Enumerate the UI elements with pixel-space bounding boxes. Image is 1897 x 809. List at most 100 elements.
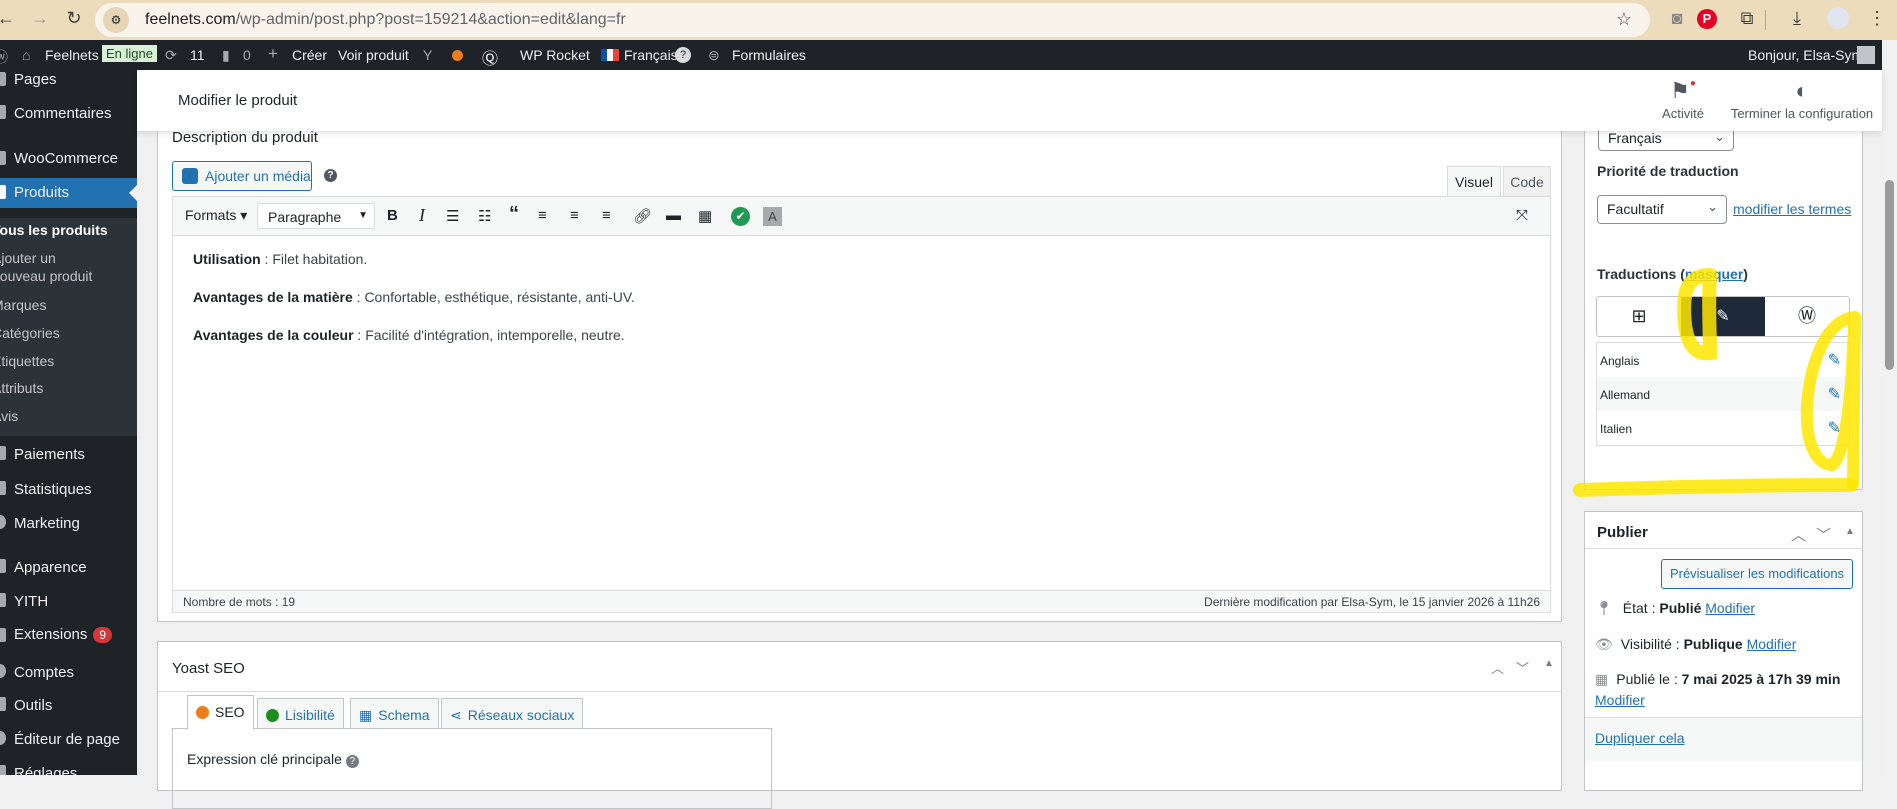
wordpress-logo-icon[interactable]: ⓦ xyxy=(0,47,8,67)
create-link[interactable]: Créer xyxy=(292,47,327,63)
pencil-icon[interactable]: ✎ xyxy=(1828,418,1841,438)
pencil-icon[interactable]: ✎ xyxy=(1828,350,1841,370)
updates-count[interactable]: 11 xyxy=(190,47,205,63)
sidebar-item-comments[interactable]: Commentaires xyxy=(14,105,112,122)
preview-button[interactable]: Prévisualiser les modifications xyxy=(1661,559,1853,589)
bullet-list-icon[interactable]: ☰ xyxy=(446,207,459,225)
submenu-tags[interactable]: Étiquettes xyxy=(0,353,54,369)
language-switcher[interactable]: Français xyxy=(624,47,678,63)
read-more-icon[interactable]: ▬ xyxy=(666,207,681,224)
move-up-icon[interactable]: ︿ xyxy=(1491,658,1504,677)
greeting[interactable]: Bonjour, Elsa-Sym xyxy=(1748,47,1863,63)
grid-view-icon[interactable]: ⊞ xyxy=(1597,297,1681,336)
plus-icon: + xyxy=(268,44,278,63)
reload-icon[interactable]: ↻ xyxy=(62,8,86,29)
activity-button[interactable]: ⚑● Activité xyxy=(1655,78,1711,121)
download-icon[interactable]: ⤓ xyxy=(1785,8,1809,29)
sidebar-item-appearance[interactable]: Apparence xyxy=(14,559,87,576)
site-name-link[interactable]: Feelnets xyxy=(45,47,99,63)
translation-editor-icon[interactable]: ✎ xyxy=(1681,297,1765,336)
submenu-categories[interactable]: Catégories xyxy=(0,325,60,341)
performance-icon[interactable]: Ⓠ xyxy=(482,45,498,69)
duplicate-link[interactable]: Dupliquer cela xyxy=(1595,730,1685,746)
align-center-icon[interactable]: ≡ xyxy=(570,207,579,224)
yoast-icon[interactable]: Y xyxy=(423,47,432,63)
site-info-icon[interactable]: ⚙ xyxy=(103,7,129,33)
sidebar-item-extensions[interactable]: Extensions 9 xyxy=(14,626,113,643)
wp-rocket-link[interactable]: WP Rocket xyxy=(520,47,590,63)
star-icon[interactable]: ☆ xyxy=(1616,9,1632,30)
submenu-attributes[interactable]: Attributs xyxy=(0,380,43,396)
blockquote-icon[interactable]: “ xyxy=(509,203,519,226)
sidebar-item-payments[interactable]: Paiements xyxy=(14,446,85,463)
editor-content[interactable]: Utilisation : Filet habitation. Avantage… xyxy=(193,252,635,366)
edit-visibility-link[interactable]: Modifier xyxy=(1747,636,1797,652)
submenu-add-product-line2[interactable]: nouveau produit xyxy=(0,268,92,284)
edit-date-link[interactable]: Modifier xyxy=(1595,692,1645,708)
tab-schema[interactable]: ▦ Schema xyxy=(350,698,439,729)
menu-icon[interactable]: ⋮ xyxy=(1865,8,1889,29)
help-icon[interactable]: ? xyxy=(324,169,337,182)
sidebar-item-products[interactable]: Produits xyxy=(14,184,69,201)
collapse-icon[interactable]: ▲ xyxy=(1544,658,1554,669)
camera-icon[interactable]: ◙ xyxy=(1665,8,1689,29)
sidebar-item-woocommerce[interactable]: WooCommerce xyxy=(14,150,118,167)
submenu-reviews[interactable]: Avis xyxy=(0,408,18,424)
sidebar-item-marketing[interactable]: Marketing xyxy=(14,515,80,532)
page-scrollbar[interactable] xyxy=(1882,40,1897,775)
submenu-all-products[interactable]: Tous les produits xyxy=(0,222,108,238)
italic-icon[interactable]: I xyxy=(419,205,425,226)
link-icon[interactable]: 🔗︎ xyxy=(633,207,652,225)
scrollbar-thumb[interactable] xyxy=(1885,180,1894,370)
submenu-add-product-line1[interactable]: Ajouter un xyxy=(0,250,56,266)
fullscreen-icon[interactable]: ⤧ xyxy=(1516,207,1528,224)
sidebar-item-tools[interactable]: Outils xyxy=(14,697,52,714)
wordpress-editor-icon[interactable]: Ⓦ xyxy=(1765,297,1849,336)
formats-dropdown[interactable]: Formats ▾ xyxy=(185,207,247,224)
edit-status-link[interactable]: Modifier xyxy=(1705,600,1755,616)
spellcheck-icon[interactable]: ✔ xyxy=(731,207,750,226)
extensions-icon[interactable]: ⧉ xyxy=(1735,8,1759,29)
hide-link[interactable]: masquer xyxy=(1685,266,1743,282)
pencil-icon[interactable]: ✎ xyxy=(1828,384,1841,404)
edit-terms-link[interactable]: modifier les termes xyxy=(1733,201,1851,217)
collapse-icon[interactable]: ▲ xyxy=(1845,526,1855,537)
address-bar[interactable]: ⚙ feelnets.com/wp-admin/post.php?post=15… xyxy=(95,3,1650,37)
align-right-icon[interactable]: ≡ xyxy=(602,207,611,224)
profile-icon[interactable] xyxy=(1827,7,1849,29)
tab-code[interactable]: Code xyxy=(1503,166,1551,196)
finish-setup-label: Terminer la configuration xyxy=(1730,106,1874,121)
move-down-icon[interactable]: ﹀ xyxy=(1516,658,1529,677)
help-icon[interactable]: ? xyxy=(675,47,691,63)
move-up-icon[interactable]: ︿ xyxy=(1791,524,1806,545)
tab-readability[interactable]: Lisibilité xyxy=(257,698,344,729)
align-left-icon[interactable]: ≡ xyxy=(538,207,547,224)
sidebar-item-settings[interactable]: Réglages xyxy=(14,765,77,775)
forms-link[interactable]: Formulaires xyxy=(732,47,806,63)
bold-icon[interactable]: B xyxy=(387,207,398,224)
avatar[interactable] xyxy=(1857,46,1875,64)
view-product-link[interactable]: Voir produit xyxy=(338,47,409,63)
sidebar-item-accounts[interactable]: Comptes xyxy=(14,664,74,681)
comments-count[interactable]: 0 xyxy=(243,47,251,63)
pinterest-icon[interactable]: P xyxy=(1697,9,1717,29)
sidebar-item-page-editor[interactable]: Éditeur de page xyxy=(14,731,120,748)
back-icon[interactable]: ← xyxy=(0,8,18,29)
tab-visual[interactable]: Visuel xyxy=(1447,166,1501,196)
toolbar-toggle-icon[interactable]: ▦ xyxy=(698,207,712,225)
sidebar-item-pages[interactable]: Pages xyxy=(14,71,57,88)
sidebar-item-yith[interactable]: YITH xyxy=(14,593,48,610)
move-down-icon[interactable]: ﹀ xyxy=(1816,524,1831,545)
add-media-button[interactable]: Ajouter un média xyxy=(172,161,312,191)
sidebar-item-statistics[interactable]: Statistiques xyxy=(14,481,92,498)
tab-seo[interactable]: SEO xyxy=(187,695,254,730)
priority-select[interactable]: Facultatif ⌄ xyxy=(1597,195,1727,224)
tab-social[interactable]: ⋖ Réseaux sociaux xyxy=(441,698,584,729)
submenu-brands[interactable]: Marques xyxy=(0,297,46,313)
paragraph-select[interactable]: Paragraphe ▼ xyxy=(257,203,375,229)
help-icon[interactable]: ? xyxy=(345,755,359,768)
text-color-icon[interactable]: A xyxy=(763,207,782,226)
numbered-list-icon[interactable]: ☷ xyxy=(478,207,491,225)
finish-setup-button[interactable]: ◐ Terminer la configuration xyxy=(1727,78,1877,121)
forward-icon[interactable]: → xyxy=(28,8,52,29)
